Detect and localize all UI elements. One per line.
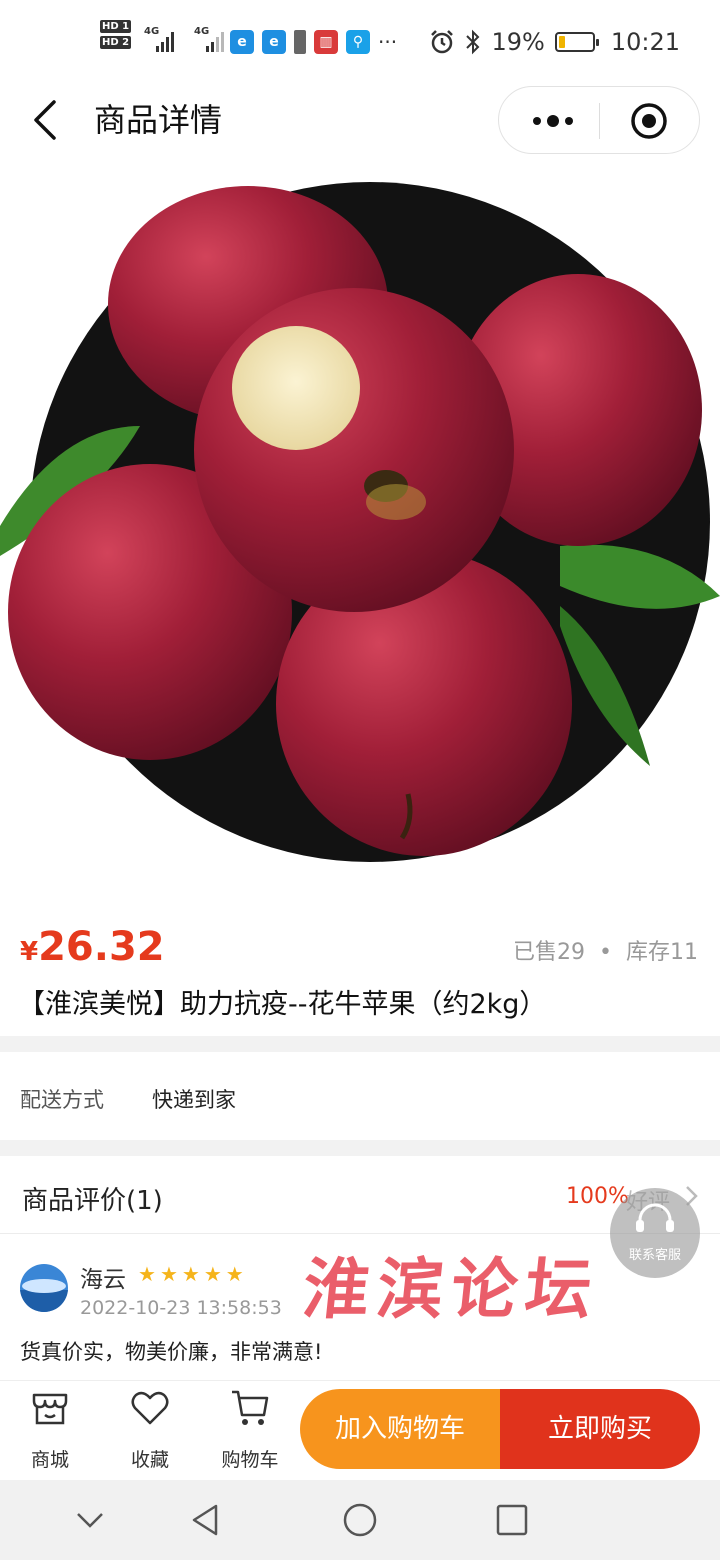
- book-app-icon: ▥: [314, 30, 338, 54]
- section-divider: [0, 1140, 720, 1156]
- customer-service-label: 联系客服: [628, 1248, 681, 1263]
- signal-indicators: 4G 4G: [144, 26, 230, 52]
- hd1-badge: HD 1: [100, 20, 132, 33]
- battery-fill: [558, 36, 566, 48]
- star-icon: ★: [181, 1262, 200, 1286]
- stats-separator: •: [599, 940, 612, 965]
- back-triangle-icon[interactable]: [186, 1500, 226, 1540]
- sales-stats: 已售29 • 库存11: [513, 934, 698, 966]
- add-to-cart-button[interactable]: 加入购物车: [300, 1389, 500, 1469]
- battery-icon: [554, 32, 599, 52]
- page-title: 商品详情: [94, 101, 223, 139]
- star-rating: ★ ★ ★ ★ ★: [138, 1264, 244, 1284]
- system-navigation-bar: [0, 1480, 720, 1560]
- currency-symbol: ¥: [20, 937, 39, 967]
- battery-alert-icon: [294, 30, 306, 54]
- sold-count: 已售29: [513, 940, 586, 965]
- notification-icons: e e ▥ ⚲ ···: [230, 30, 397, 54]
- price: ¥26.32: [20, 924, 165, 970]
- product-title: 【淮滨美悦】助力抗疫--花牛苹果（约2kg）: [18, 989, 547, 1020]
- headset-icon: [636, 1203, 674, 1232]
- delivery-label: 配送方式: [20, 1088, 104, 1112]
- apples-illustration: [0, 182, 720, 862]
- heart-icon: [131, 1391, 169, 1425]
- star-icon: ★: [138, 1262, 156, 1286]
- home-circle-icon[interactable]: [340, 1500, 380, 1540]
- app-e-icon: e: [262, 30, 286, 54]
- recents-square-icon[interactable]: [492, 1500, 532, 1540]
- reviewer-name: 海云: [80, 1267, 126, 1293]
- status-right: 19% 10:21: [429, 28, 680, 56]
- tab-favorite[interactable]: 收藏: [110, 1387, 190, 1473]
- app-e-icon: e: [230, 30, 254, 54]
- delivery-value: 快递到家: [152, 1088, 236, 1112]
- battery-percent: 19%: [491, 28, 545, 56]
- hd-indicators: HD 1 HD 2: [100, 20, 132, 52]
- shop-icon: [32, 1393, 68, 1425]
- avatar: [20, 1264, 68, 1312]
- section-divider: [0, 1036, 720, 1052]
- hd2-badge: HD 2: [100, 36, 132, 49]
- tab-shop[interactable]: 商城: [10, 1387, 90, 1473]
- stock-count: 库存11: [626, 940, 698, 965]
- review-date: 2022-10-23 13:58:53: [80, 1297, 282, 1319]
- capsule-divider: [599, 103, 600, 139]
- reviews-title: 商品评价(1): [22, 1186, 163, 1216]
- tab-favorite-label: 收藏: [130, 1449, 169, 1471]
- price-block: ¥26.32 已售29 • 库存11 【淮滨美悦】助力抗疫--花牛苹果（约2kg）: [0, 900, 720, 1036]
- status-bar: HD 1 HD 2 4G 4G e e ▥ ⚲ ··· 19% 10:21: [0, 0, 720, 84]
- delivery-row: 配送方式 快递到家: [0, 1052, 720, 1140]
- buy-now-button[interactable]: 立即购买: [500, 1389, 700, 1469]
- signal-1-icon: 4G: [144, 26, 180, 52]
- search-app-icon: ⚲: [346, 30, 370, 54]
- product-image[interactable]: [0, 156, 720, 900]
- target-icon[interactable]: [629, 101, 669, 141]
- tab-cart[interactable]: 购物车: [210, 1387, 290, 1473]
- alarm-icon: [431, 30, 454, 54]
- chevron-down-icon[interactable]: [70, 1500, 110, 1540]
- more-dots-icon[interactable]: [527, 107, 587, 135]
- tab-shop-label: 商城: [30, 1449, 69, 1471]
- more-notifications: ···: [378, 30, 398, 54]
- customer-service-button[interactable]: 联系客服: [610, 1188, 700, 1278]
- star-icon: ★: [203, 1262, 222, 1286]
- cart-icon: [232, 1390, 269, 1425]
- forum-watermark: 淮滨论坛: [299, 1250, 604, 1328]
- mini-program-capsule: [498, 86, 700, 154]
- star-icon: ★: [159, 1262, 178, 1286]
- star-icon: ★: [225, 1262, 244, 1286]
- clock: 10:21: [610, 28, 680, 56]
- bottom-action-bar: 商城 收藏 购物车 加入购物车 立即购买: [0, 1380, 720, 1480]
- bluetooth-icon: [466, 29, 480, 55]
- price-amount: 26.32: [38, 924, 165, 970]
- nav-header: 商品详情: [0, 84, 720, 156]
- review-text: 货真价实，物美价廉，非常满意!: [20, 1340, 323, 1364]
- back-button[interactable]: [26, 98, 66, 142]
- signal-2-icon: 4G: [194, 26, 230, 52]
- tab-cart-label: 购物车: [221, 1449, 279, 1471]
